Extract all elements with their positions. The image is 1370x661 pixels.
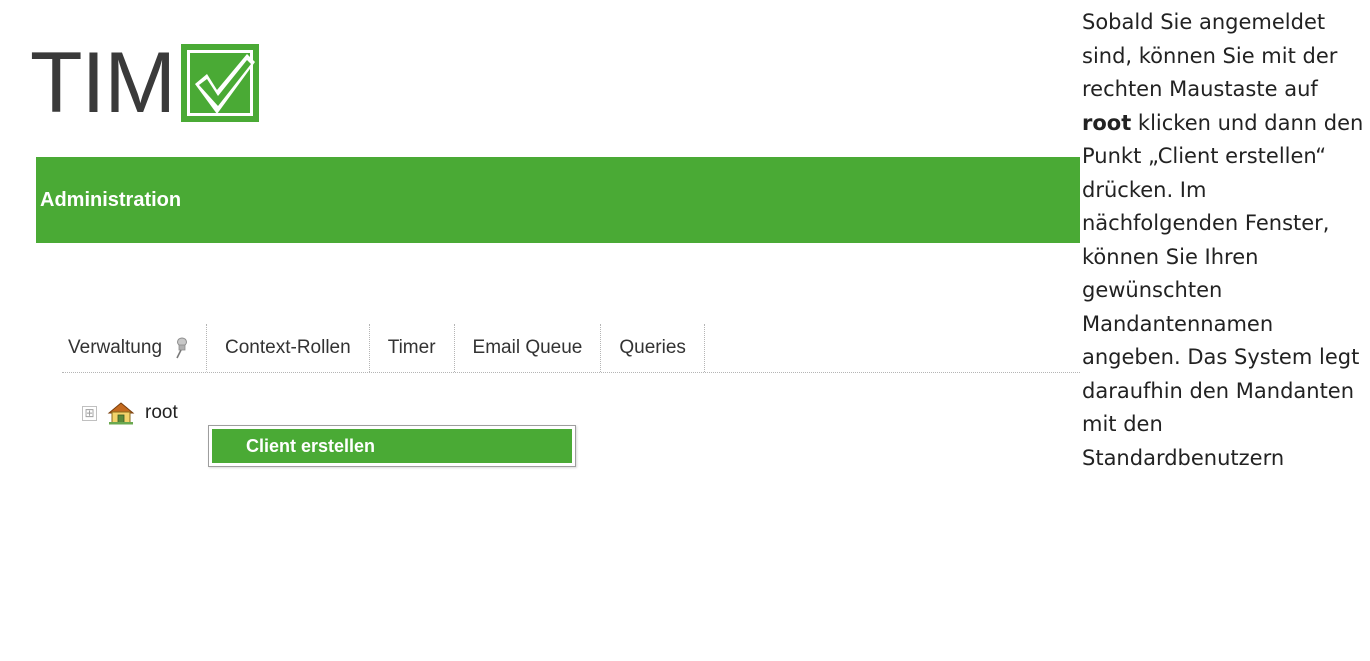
menu-item-client-erstellen[interactable]: Client erstellen: [212, 429, 572, 463]
tab-label: Queries: [619, 337, 686, 358]
screenshot-image: TIM Administration Verwaltung Context-Ro…: [0, 0, 1080, 661]
tab-label: Email Queue: [472, 337, 583, 358]
home-icon: [107, 402, 135, 425]
tab-label: Timer: [387, 337, 436, 358]
tab-verwaltung[interactable]: Verwaltung: [62, 324, 208, 372]
description-text-part: Sobald Sie angemeldet sind, können Sie m…: [1082, 10, 1338, 101]
tab-email-queue[interactable]: Email Queue: [455, 324, 602, 372]
tab-queries[interactable]: Queries: [601, 324, 705, 372]
administration-title: Administration: [40, 189, 182, 211]
tab-bar: Verwaltung Context-Rollen Timer Email Qu…: [62, 324, 1080, 373]
check-mark-icon: [181, 44, 260, 122]
page: TIM Administration Verwaltung Context-Ro…: [0, 0, 1370, 661]
pin-icon[interactable]: [174, 337, 188, 359]
context-menu: Client erstellen: [208, 425, 576, 467]
description-bold-root: root: [1082, 110, 1132, 135]
tab-label: Verwaltung: [68, 336, 163, 358]
tab-context-rollen[interactable]: Context-Rollen: [207, 324, 370, 372]
tab-timer[interactable]: Timer: [370, 324, 455, 372]
logo-text: TIM: [30, 35, 176, 131]
tab-label: Context-Rollen: [225, 337, 351, 358]
root-label[interactable]: root: [145, 402, 178, 424]
tree-node-root[interactable]: ⊞ root: [82, 398, 178, 428]
administration-header-bar: Administration: [36, 157, 1080, 243]
description-text: Sobald Sie angemeldet sind, können Sie m…: [1082, 6, 1367, 475]
description-text-part: klicken und dann den Punkt „Client erste…: [1082, 110, 1364, 470]
tim-logo: TIM: [30, 35, 260, 131]
expand-icon[interactable]: ⊞: [82, 405, 97, 421]
